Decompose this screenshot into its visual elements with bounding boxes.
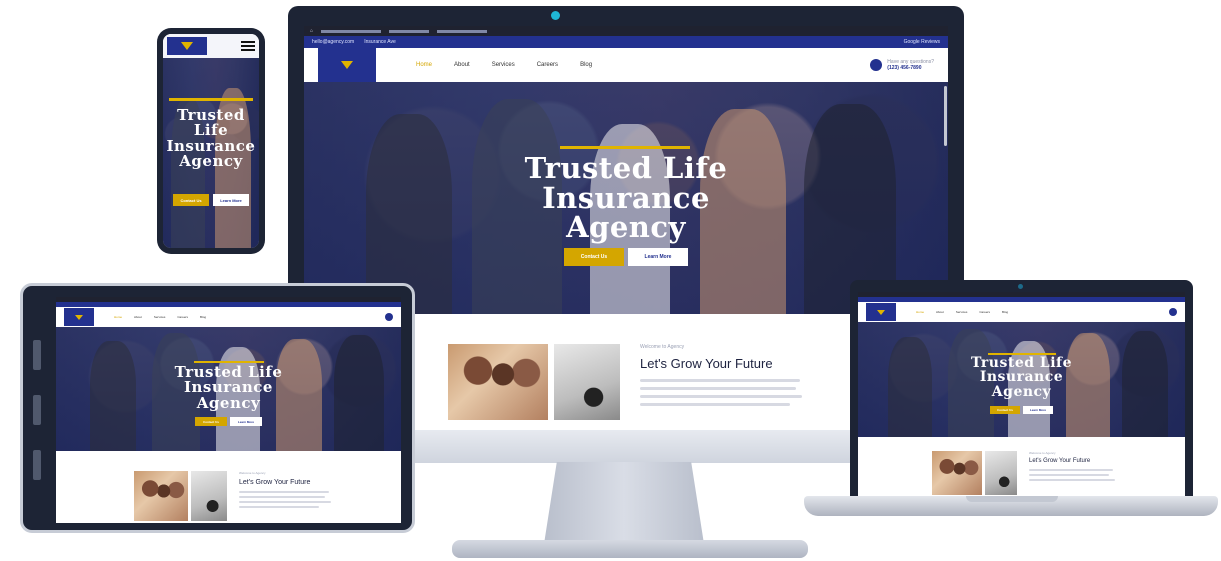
tablet-about-title: Let's Grow Your Future — [239, 479, 311, 486]
tablet-about-photo-laptop — [191, 471, 227, 521]
laptop-about-title: Let's Grow Your Future — [1029, 458, 1091, 464]
tablet-nav-careers[interactable]: Careers — [177, 315, 188, 319]
phone-hero-accent-bar — [169, 98, 253, 101]
tablet-about-kicker: Welcome to Agency — [239, 471, 266, 475]
phone-hero-title: Trusted Life Insurance Agency — [166, 106, 256, 170]
tablet-side-button — [33, 340, 41, 370]
tablet-website: Home About Services Careers Blog Trusted… — [56, 297, 401, 523]
nav-careers[interactable]: Careers — [537, 62, 558, 68]
laptop-phone-icon[interactable] — [1169, 308, 1177, 316]
phone-website: Trusted Life Insurance Agency Contact Us… — [163, 34, 259, 248]
hero-accent-bar — [560, 146, 690, 149]
hero-section: Trusted Life Insurance Agency Contact Us… — [304, 82, 948, 314]
nav-services[interactable]: Services — [492, 62, 515, 68]
laptop-nav-about[interactable]: About — [936, 310, 944, 314]
tablet-hero-title: Trusted Life Insurance Agency — [174, 363, 283, 412]
laptop-website: Home About Services Careers Blog Trusted… — [858, 292, 1185, 496]
hamburger-menu-icon[interactable] — [241, 41, 255, 51]
phone-contact-us-button[interactable]: Contact Us — [173, 194, 209, 206]
tablet-navbar: Home About Services Careers Blog — [56, 307, 401, 327]
tablet-side-button — [33, 450, 41, 480]
laptop-camera-icon — [1018, 284, 1023, 289]
about-photo-group — [448, 344, 548, 420]
nav-blog[interactable]: Blog — [580, 62, 592, 68]
laptop-logo[interactable] — [866, 303, 896, 321]
main-navbar: Home About Services Careers Blog Have an… — [304, 48, 948, 82]
tablet-hero: Trusted Life Insurance Agency Contact Us… — [56, 327, 401, 451]
top-info-bar: hello@agency.com Insurance Ave Google Re… — [304, 36, 948, 48]
about-photo-laptop — [554, 344, 620, 420]
tablet-side-button — [33, 395, 41, 425]
phone-number[interactable]: (123) 456-7890 — [887, 65, 934, 72]
tablet-nav-home[interactable]: Home — [114, 315, 122, 319]
laptop-about-photo — [932, 451, 982, 495]
laptop-nav-blog[interactable]: Blog — [1002, 310, 1008, 314]
laptop-hero-title: Trusted Life Insurance Agency — [971, 355, 1072, 400]
laptop-navbar: Home About Services Careers Blog — [858, 302, 1185, 322]
admin-bar: ⌂ — [304, 26, 948, 36]
tablet-nav-services[interactable]: Services — [154, 315, 166, 319]
tablet-phone-icon[interactable] — [385, 313, 393, 321]
tablet-contact-us-button[interactable]: Contact Us — [195, 417, 227, 426]
laptop-contact-us-button[interactable]: Contact Us — [990, 406, 1020, 414]
about-kicker: Welcome to Agency — [640, 344, 685, 350]
laptop-hero: Trusted Life Insurance Agency Contact Us… — [858, 322, 1185, 437]
laptop-about-kicker: Welcome to Agency — [1029, 451, 1056, 455]
laptop-nav-services[interactable]: Services — [956, 310, 968, 314]
laptop-nav-careers[interactable]: Careers — [979, 310, 990, 314]
tablet-about: Welcome to Agency Let's Grow Your Future — [56, 451, 401, 523]
nav-about[interactable]: About — [454, 62, 470, 68]
monitor-camera-icon — [551, 11, 560, 20]
laptop-nav-home[interactable]: Home — [916, 310, 924, 314]
topbar-address: Insurance Ave — [364, 39, 396, 45]
phone-hero: Trusted Life Insurance Agency Contact Us… — [163, 58, 259, 248]
monitor-stand-base — [452, 540, 808, 558]
phone-logo[interactable] — [167, 37, 207, 55]
phone-learn-more-button[interactable]: Learn More — [213, 194, 249, 206]
desktop-scrollbar[interactable] — [944, 86, 947, 146]
nav-home[interactable]: Home — [416, 62, 432, 68]
admin-dashboard-icon[interactable]: ⌂ — [310, 28, 313, 34]
tablet-logo[interactable] — [64, 308, 94, 326]
about-title: Let's Grow Your Future — [640, 356, 773, 371]
learn-more-button[interactable]: Learn More — [628, 248, 688, 266]
contact-us-button[interactable]: Contact Us — [564, 248, 624, 266]
tablet-learn-more-button[interactable]: Learn More — [230, 417, 262, 426]
tablet-nav-blog[interactable]: Blog — [200, 315, 206, 319]
topbar-reviews[interactable]: Google Reviews — [904, 39, 940, 45]
laptop-hinge-notch — [966, 496, 1058, 502]
device-mockup-scene: ⌂ hello@agency.com Insurance Ave Google … — [0, 0, 1221, 561]
phone-chat-icon[interactable] — [870, 59, 883, 71]
phone-navbar — [163, 34, 259, 58]
tablet-nav-about[interactable]: About — [134, 315, 142, 319]
tablet-about-photo — [134, 471, 188, 521]
monitor-stand-neck — [544, 462, 704, 544]
site-logo[interactable] — [318, 48, 376, 82]
laptop-about: Welcome to Agency Let's Grow Your Future — [858, 437, 1185, 496]
hero-title: Trusted Life Insurance Agency — [524, 151, 728, 245]
laptop-about-photo-laptop — [985, 451, 1017, 495]
topbar-email[interactable]: hello@agency.com — [312, 39, 354, 45]
laptop-learn-more-button[interactable]: Learn More — [1023, 406, 1053, 414]
